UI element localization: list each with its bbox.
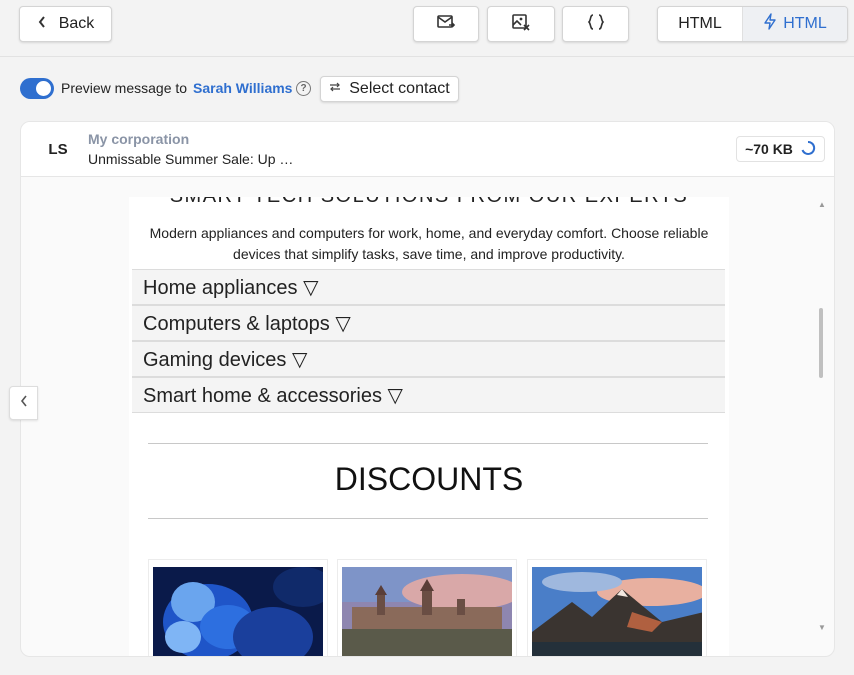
send-test-button[interactable]: [413, 6, 479, 42]
blue-flower-image: [153, 567, 323, 656]
avatar: LS: [48, 140, 68, 158]
hide-images-button[interactable]: [487, 6, 555, 42]
message-header: LS My corporation Unmissable Summer Sale…: [21, 122, 834, 177]
scroll-down-icon[interactable]: ▼: [818, 623, 826, 632]
accordion-label: Gaming devices ▽: [143, 348, 308, 371]
accordion-item-computers[interactable]: Computers & laptops ▽: [132, 305, 725, 341]
help-icon[interactable]: ?: [296, 81, 311, 96]
sender-name: My corporation: [88, 131, 190, 147]
send-mail-icon: [436, 12, 456, 37]
tab-html-label: HTML: [678, 15, 722, 32]
scroll-thumb[interactable]: [819, 308, 823, 378]
accordion-item-home-appliances[interactable]: Home appliances ▽: [132, 269, 725, 305]
select-contact-label: Select contact: [349, 80, 450, 97]
email-body: SMART TECH SOLUTIONS FROM OUR EXPERTS Mo…: [129, 197, 729, 656]
chevron-left-icon: [37, 15, 47, 34]
mountain-landscape-image: [532, 567, 702, 656]
castle-landscape-image: [342, 567, 512, 656]
chevron-left-icon: [19, 394, 29, 413]
collapse-panel-button[interactable]: [9, 386, 38, 420]
scroll-up-icon[interactable]: ▲: [818, 200, 826, 209]
code-braces-button[interactable]: [562, 6, 629, 42]
accordion-label: Computers & laptops ▽: [143, 312, 351, 335]
divider: [148, 518, 708, 519]
section-heading: SMART TECH SOLUTIONS FROM OUR EXPERTS: [129, 197, 729, 208]
preview-scrollbar[interactable]: ▲ ▼: [818, 200, 826, 632]
select-contact-button[interactable]: Select contact: [320, 76, 459, 102]
message-size: ~70 KB: [745, 141, 793, 157]
discounts-heading: DISCOUNTS: [334, 461, 524, 497]
preview-contact-name[interactable]: Sarah Williams: [193, 80, 292, 96]
swap-icon: [329, 80, 341, 98]
accordion-item-smart-home[interactable]: Smart home & accessories ▽: [132, 377, 725, 413]
accordion-item-gaming[interactable]: Gaming devices ▽: [132, 341, 725, 377]
tab-html[interactable]: HTML: [658, 7, 742, 41]
product-card[interactable]: [337, 559, 517, 656]
tab-amp-html[interactable]: HTML: [742, 7, 847, 41]
divider: [148, 443, 708, 444]
preview-toggle[interactable]: [20, 78, 54, 99]
image-off-icon: [511, 12, 531, 37]
toolbar-divider: [0, 56, 854, 57]
accordion-label: Smart home & accessories ▽: [143, 384, 403, 407]
lightning-icon: [763, 13, 777, 35]
back-label: Back: [58, 15, 95, 32]
product-card[interactable]: [148, 559, 328, 656]
section-description: Modern appliances and computers for work…: [149, 225, 709, 262]
email-preview-panel: LS My corporation Unmissable Summer Sale…: [20, 121, 835, 657]
loading-spinner-icon: [800, 140, 816, 159]
product-card[interactable]: [527, 559, 707, 656]
format-toggle: HTML HTML: [657, 6, 848, 42]
accordion-label: Home appliances ▽: [143, 276, 319, 299]
tab-amp-html-label: HTML: [783, 15, 827, 32]
message-subject: Unmissable Summer Sale: Up …: [88, 151, 294, 167]
message-size-badge: ~70 KB: [736, 136, 825, 162]
preview-label: Preview message to: [61, 80, 188, 96]
back-button[interactable]: Back: [19, 6, 112, 42]
braces-icon: [586, 12, 606, 37]
